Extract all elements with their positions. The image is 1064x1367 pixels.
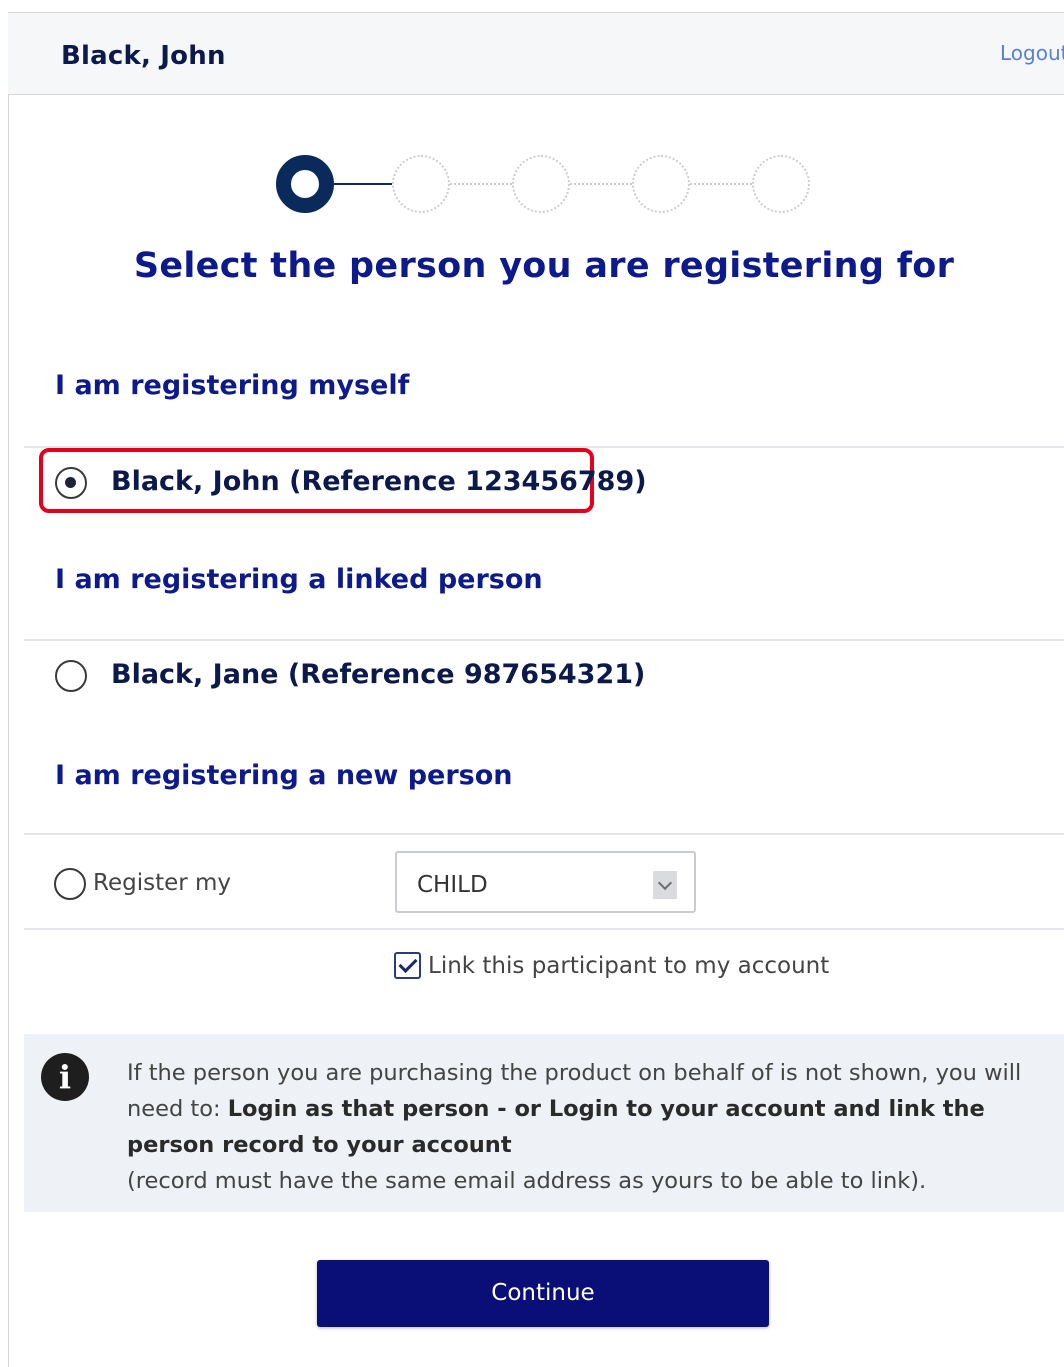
register-my-label[interactable]: Register my: [93, 870, 231, 896]
info-text-bold: Login as that person - or Login to your …: [127, 1096, 985, 1158]
divider: [24, 639, 1064, 641]
option-label-linked-person[interactable]: Black, Jane (Reference 987654321): [111, 659, 645, 690]
section-title-linked: I am registering a linked person: [55, 564, 543, 595]
step-connector-1: [334, 183, 392, 185]
option-label-myself[interactable]: Black, John (Reference 123456789): [111, 466, 647, 497]
continue-button[interactable]: Continue: [317, 1260, 769, 1327]
link-account-label[interactable]: Link this participant to my account: [428, 953, 829, 979]
section-title-new-person: I am registering a new person: [55, 760, 513, 791]
link-account-checkbox[interactable]: [394, 952, 421, 979]
info-text-part-2: (record must have the same email address…: [127, 1168, 927, 1194]
section-title-myself: I am registering myself: [55, 370, 410, 401]
info-text: If the person you are purchasing the pro…: [127, 1055, 1047, 1199]
step-1-active: [276, 155, 334, 213]
step-5: [752, 155, 810, 213]
radio-myself[interactable]: [55, 467, 87, 499]
step-connector-4: [690, 183, 752, 185]
info-icon: i: [41, 1053, 89, 1101]
divider: [24, 928, 1064, 930]
step-3: [512, 155, 570, 213]
progress-stepper: [0, 0, 1064, 230]
radio-linked-person[interactable]: [55, 660, 87, 692]
radio-new-person[interactable]: [54, 868, 86, 900]
chevron-down-icon: [653, 871, 677, 899]
step-connector-3: [570, 183, 632, 185]
relationship-select[interactable]: CHILD: [395, 851, 696, 913]
step-connector-2: [450, 183, 512, 185]
step-4: [632, 155, 690, 213]
step-2: [392, 155, 450, 213]
page-title: Select the person you are registering fo…: [133, 246, 955, 286]
divider: [24, 833, 1064, 835]
select-value: CHILD: [417, 872, 488, 898]
